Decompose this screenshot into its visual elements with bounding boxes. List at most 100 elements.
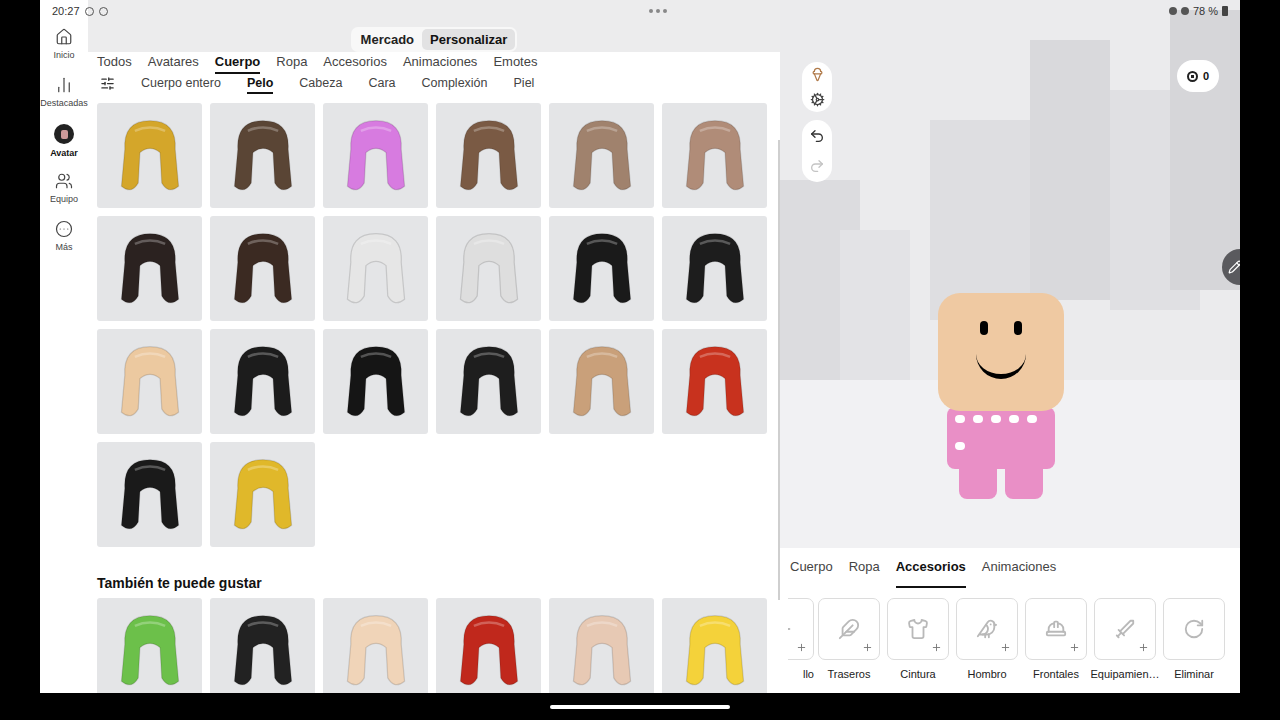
slot-tab[interactable]: Animaciones	[982, 548, 1056, 588]
item-tile[interactable]	[323, 329, 428, 434]
nav-item[interactable]: Destacadas	[40, 76, 88, 124]
subcategory-tab[interactable]: Piel	[514, 74, 535, 95]
shoulder-icon	[976, 618, 998, 640]
slot-item[interactable]: Hombro	[953, 598, 1021, 681]
item-tile[interactable]	[436, 103, 541, 208]
robux-badge[interactable]: 0	[1177, 60, 1219, 92]
status-bar: 20:2778 %	[40, 0, 1240, 22]
item-tile[interactable]	[662, 329, 767, 434]
catalog-panel: MercadoPersonalizar Todos Avatares Cuerpo Ro…	[88, 0, 780, 693]
slot-tab[interactable]: Ropa	[849, 548, 880, 588]
slot-label: Eliminar	[1174, 667, 1214, 681]
waist-icon	[907, 618, 929, 640]
more-icon	[55, 220, 73, 238]
hair-icon	[221, 223, 305, 315]
category-tab[interactable]: Cuerpo	[215, 52, 261, 74]
item-tile[interactable]	[210, 329, 315, 434]
home-indicator[interactable]	[550, 705, 730, 709]
category-tab[interactable]: Accesorios	[323, 52, 387, 74]
filter-button[interactable]	[100, 74, 115, 95]
hair-icon	[560, 336, 644, 428]
category-tab[interactable]: Avatares	[148, 52, 199, 74]
item-tile[interactable]	[97, 216, 202, 321]
item-tile[interactable]	[662, 598, 767, 693]
item-tile[interactable]	[436, 216, 541, 321]
bottom-bar	[0, 693, 1280, 720]
slot-label: Frontales	[1033, 667, 1079, 681]
item-tile[interactable]	[549, 216, 654, 321]
item-tile[interactable]	[436, 598, 541, 693]
item-tile[interactable]	[549, 598, 654, 693]
gear-icon	[1114, 618, 1136, 640]
hair-icon	[334, 223, 418, 315]
hair-icon	[108, 223, 192, 315]
smile-icon	[976, 353, 1026, 379]
segment-button[interactable]: Mercado	[353, 29, 422, 50]
item-tile[interactable]	[97, 442, 202, 547]
slot-item[interactable]: Cintura	[884, 598, 952, 681]
subcategory-tab[interactable]: Cuerpo entero	[141, 74, 221, 95]
slot-tab[interactable]: Accesorios	[896, 548, 966, 588]
tool-column	[802, 62, 832, 182]
eye-icon	[1014, 321, 1022, 335]
item-tile[interactable]	[549, 103, 654, 208]
item-tile[interactable]	[210, 442, 315, 547]
avatar-viewport[interactable]: 0	[780, 0, 1240, 548]
hair-icon	[447, 605, 531, 693]
item-tile[interactable]	[210, 598, 315, 693]
subcategory-tab[interactable]: Complexión	[422, 74, 488, 95]
item-tile[interactable]	[323, 103, 428, 208]
nav-item[interactable]: Avatar	[40, 124, 88, 172]
item-tile[interactable]	[662, 216, 767, 321]
subcategory-tab[interactable]: Cabeza	[299, 74, 342, 95]
avatar-head	[938, 293, 1064, 411]
subcategory-tab[interactable]: Cara	[368, 74, 395, 95]
slot-item[interactable]: Equipamien…	[1091, 598, 1159, 681]
item-tile[interactable]	[323, 598, 428, 693]
segment-button[interactable]: Personalizar	[422, 29, 515, 50]
settings-icon[interactable]	[810, 92, 825, 107]
item-tile[interactable]	[97, 329, 202, 434]
item-grid	[88, 103, 780, 547]
add-icon	[1000, 642, 1011, 653]
item-tile[interactable]	[436, 329, 541, 434]
slot-row: lloTraserosCinturaHombro Frontales Equipam…	[780, 588, 1240, 681]
undo-icon[interactable]	[809, 128, 825, 144]
pencil-icon	[1228, 260, 1240, 274]
nav-label: Más	[55, 242, 72, 253]
hair-icon	[447, 110, 531, 202]
category-tab[interactable]: Ropa	[276, 52, 307, 74]
redo-icon[interactable]	[809, 158, 825, 174]
item-tile[interactable]	[210, 103, 315, 208]
slot-item[interactable]: Eliminar	[1160, 598, 1228, 681]
hair-icon	[673, 336, 757, 428]
nav-item[interactable]: Más	[40, 220, 88, 268]
item-tile[interactable]	[549, 329, 654, 434]
category-tab[interactable]: Todos	[97, 52, 132, 74]
item-tile[interactable]	[210, 216, 315, 321]
add-icon	[862, 642, 873, 653]
nav-item[interactable]: Inicio	[40, 28, 88, 76]
avatar[interactable]	[938, 293, 1064, 499]
slot-item[interactable]: llo	[788, 598, 814, 681]
hair-icon	[334, 336, 418, 428]
chart-icon	[55, 76, 73, 94]
subcategory-tab[interactable]: Pelo	[247, 74, 273, 95]
nav-item[interactable]: Equipo	[40, 172, 88, 220]
hair-icon	[108, 605, 192, 693]
slot-item[interactable]: Frontales	[1022, 598, 1090, 681]
plus-icon	[788, 618, 794, 640]
item-tile[interactable]	[97, 598, 202, 693]
hair-icon	[560, 110, 644, 202]
category-tab[interactable]: Emotes	[493, 52, 537, 74]
hair-icon	[673, 223, 757, 315]
category-tab[interactable]: Animaciones	[403, 52, 477, 74]
item-tile[interactable]	[323, 216, 428, 321]
suggestions-row	[88, 598, 780, 693]
slot-item[interactable]: Traseros	[815, 598, 883, 681]
emote-icon[interactable]	[810, 67, 825, 82]
item-tile[interactable]	[662, 103, 767, 208]
item-tile[interactable]	[97, 103, 202, 208]
hair-icon	[334, 605, 418, 693]
slot-tab[interactable]: Cuerpo	[790, 548, 833, 588]
